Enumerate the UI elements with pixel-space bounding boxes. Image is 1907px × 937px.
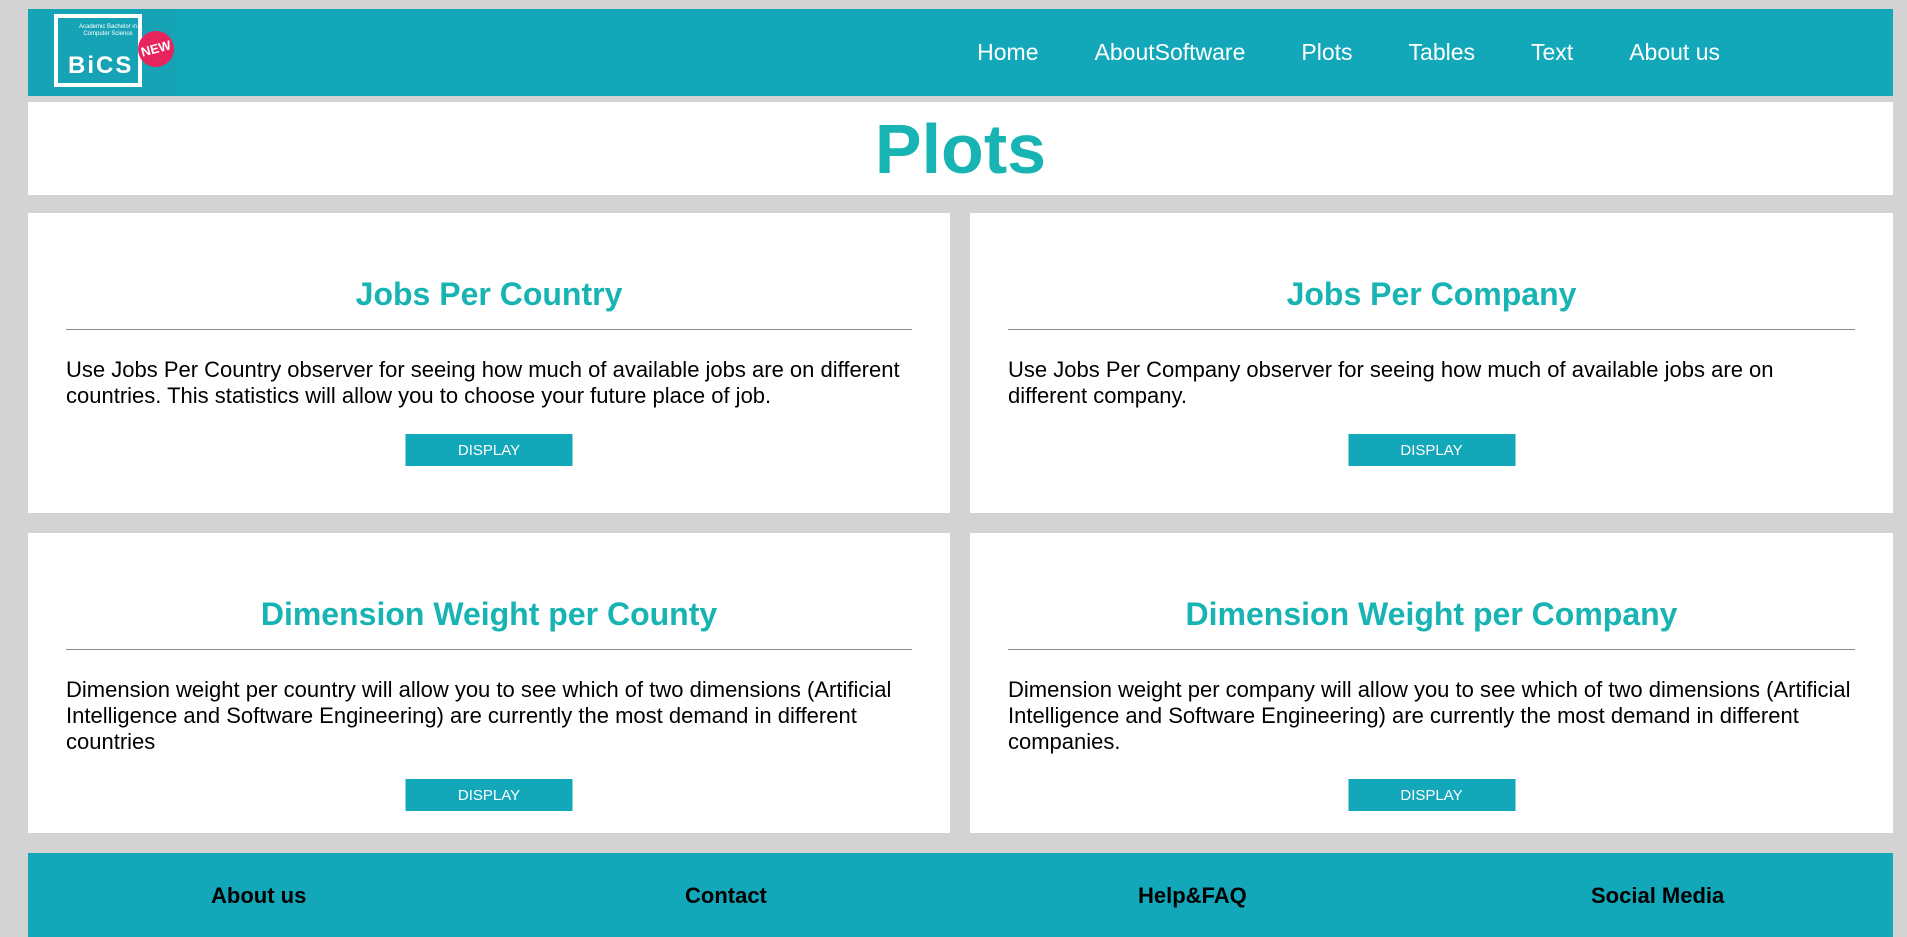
card-description: Dimension weight per company will allow … [1008, 677, 1851, 754]
footer-contact-link[interactable]: Contact [685, 883, 767, 909]
display-button[interactable]: DISPLAY [1348, 434, 1515, 466]
card-divider [66, 329, 912, 330]
page-title: Plots [874, 109, 1047, 188]
card-jobs-per-company: Jobs Per Company Use Jobs Per Company ob… [970, 213, 1893, 513]
nav-about-us[interactable]: About us [1629, 39, 1720, 66]
footer-about-us-link[interactable]: About us [211, 883, 306, 909]
logo-subtitle: Academic Bachelor in Computer Science [78, 24, 138, 37]
site-header: Academic Bachelor in Computer Science Bi… [28, 9, 1893, 96]
site-footer: About us Contact Help&FAQ Social Media [28, 853, 1893, 937]
main-navigation: Home AboutSoftware Plots Tables Text Abo… [977, 9, 1720, 96]
logo-frame: Academic Bachelor in Computer Science Bi… [54, 14, 142, 87]
card-divider [1008, 329, 1855, 330]
display-button[interactable]: DISPLAY [1348, 779, 1515, 811]
card-jobs-per-country: Jobs Per Country Use Jobs Per Country ob… [28, 213, 950, 513]
nav-home[interactable]: Home [977, 39, 1038, 66]
display-button[interactable]: DISPLAY [405, 779, 573, 811]
footer-social-media-link[interactable]: Social Media [1591, 883, 1724, 909]
display-button[interactable]: DISPLAY [405, 434, 573, 466]
nav-plots[interactable]: Plots [1301, 39, 1352, 66]
card-dimension-weight-per-country: Dimension Weight per County Dimension we… [28, 533, 950, 833]
nav-text[interactable]: Text [1531, 39, 1573, 66]
card-title: Dimension Weight per Company [1185, 596, 1678, 632]
card-description: Use Jobs Per Company observer for seeing… [1008, 357, 1774, 408]
card-divider [66, 649, 912, 650]
card-description: Use Jobs Per Country observer for seeing… [66, 357, 900, 408]
logo-text: BiCS [68, 52, 134, 79]
card-title: Dimension Weight per County [260, 596, 718, 632]
card-title: Jobs Per Country [355, 276, 623, 312]
nav-tables[interactable]: Tables [1409, 39, 1475, 66]
bics-logo[interactable]: Academic Bachelor in Computer Science Bi… [28, 9, 179, 96]
card-divider [1008, 649, 1855, 650]
footer-help-faq-link[interactable]: Help&FAQ [1138, 883, 1247, 909]
card-description: Dimension weight per country will allow … [66, 677, 892, 754]
card-title: Jobs Per Company [1286, 276, 1577, 312]
page-title-bar: Plots [28, 102, 1893, 195]
nav-about-software[interactable]: AboutSoftware [1095, 39, 1246, 66]
card-dimension-weight-per-company: Dimension Weight per Company Dimension w… [970, 533, 1893, 833]
